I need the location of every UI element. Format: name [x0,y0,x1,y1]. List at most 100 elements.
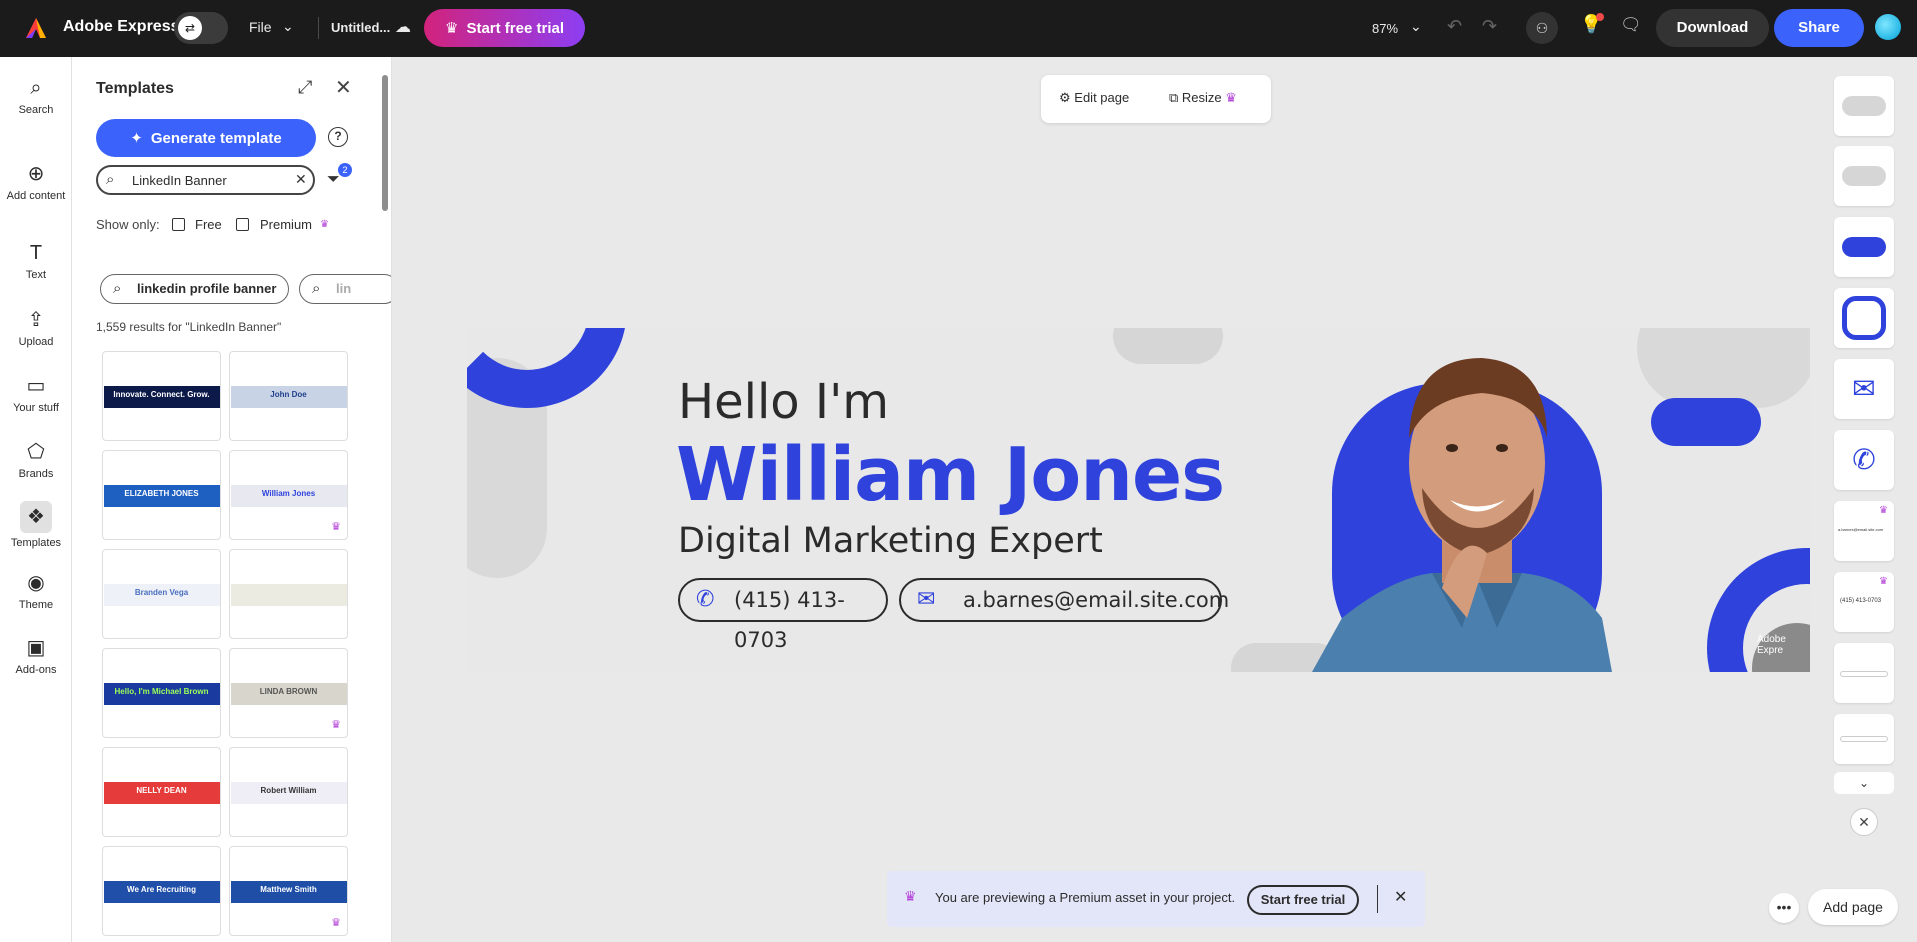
element-thumb[interactable] [1834,76,1894,136]
rail-item-your-stuff[interactable]: ▭ Your stuff [0,373,72,414]
template-tile[interactable]: ELIZABETH JONES [102,450,221,540]
template-preview-text: Robert William [260,786,317,795]
template-tile[interactable]: William Jones ♛ [229,450,348,540]
chip-label: lin [336,281,352,296]
invite-collaborator-icon[interactable]: ⚇ [1526,12,1558,44]
comment-icon[interactable]: 🗨 [1620,15,1642,35]
phone-icon: ✆ [696,587,715,612]
chevron-down-icon[interactable]: ⌄ [1834,772,1894,794]
add-page-button[interactable]: Add page [1808,889,1898,925]
rail-item-label: Text [25,269,47,281]
close-icon[interactable]: ✕ [335,75,352,100]
start-free-trial-button[interactable]: ♛ Start free trial [424,9,585,47]
decor-pill [1651,398,1761,446]
thumb-shape [1840,736,1888,742]
notice-start-trial-button[interactable]: Start free trial [1247,885,1359,915]
expand-icon[interactable]: ⤢ [298,77,312,98]
role-text[interactable]: Digital Marketing Expert [678,521,1103,561]
template-tile[interactable]: John Doe [229,351,348,441]
folder-icon: ▭ [26,375,46,397]
portrait-photo[interactable] [1312,328,1642,672]
rail-item-templates[interactable]: ❖ Templates [0,501,72,549]
rail-item-label: Upload [18,336,54,348]
element-thumb[interactable]: ♛ a.barnes@email.site.com [1834,501,1894,561]
chevron-down-icon[interactable]: ⌄ [282,18,294,35]
element-thumb[interactable] [1834,146,1894,206]
element-thumb[interactable] [1834,217,1894,277]
template-tile[interactable]: Innovate. Connect. Grow. [102,351,221,441]
template-tile[interactable]: LINDA BROWN ♛ [229,648,348,738]
generate-template-button[interactable]: ✦ Generate template [96,119,316,157]
thumb-shape [1842,166,1886,186]
search-input[interactable] [132,171,282,189]
download-button[interactable]: Download [1656,9,1769,47]
email-icon: ✉ [1852,373,1876,404]
element-thumb[interactable] [1834,714,1894,764]
premium-checkbox[interactable] [236,218,249,231]
scrollbar-thumb[interactable] [382,75,388,211]
filter-icon[interactable]: ⏷ [327,171,340,189]
thumb-shape [1842,296,1886,340]
edit-page-button[interactable]: ⚙ Edit page [1059,90,1129,106]
rail-item-add-ons[interactable]: ▣ Add-ons [0,635,72,676]
crown-icon: ♛ [331,521,341,533]
template-search[interactable]: ⌕ ✕ [96,165,315,195]
more-options-icon[interactable]: ••• [1769,893,1799,923]
help-icon[interactable]: ? [328,127,348,147]
filter-count-badge: 2 [338,163,352,177]
mode-toggle[interactable]: ⇄ [174,12,228,44]
undo-icon[interactable]: ↶ [1447,16,1462,37]
rail-item-label: Theme [18,599,54,611]
rail-item-label: Add content [6,190,66,202]
template-tile[interactable]: Hello, I'm Michael Brown [102,648,221,738]
name-text[interactable]: William Jones [676,432,1225,518]
rail-item-label: Your stuff [13,402,59,414]
document-title[interactable]: Untitled... [331,20,390,35]
rail-item-label: Add-ons [15,664,57,676]
element-thumb[interactable]: ✆ [1834,430,1894,490]
clear-search-icon[interactable]: ✕ [295,171,307,188]
zoom-level[interactable]: 87% [1372,21,1398,36]
email-pill[interactable]: ✉ a.barnes@email.site.com [899,578,1229,622]
rail-item-brands[interactable]: ⬠ Brands [0,439,72,480]
rail-item-text[interactable]: T Text [0,242,72,281]
rail-item-upload[interactable]: ⇪ Upload [0,307,72,348]
element-thumb[interactable] [1834,288,1894,348]
premium-notice: ♛ You are previewing a Premium asset in … [887,871,1425,927]
free-checkbox[interactable] [172,218,185,231]
crown-icon: ♛ [445,20,459,37]
redo-icon[interactable]: ↷ [1482,16,1497,37]
template-preview-text: We Are Recruiting [127,885,196,894]
close-icon[interactable]: ✕ [1394,887,1407,907]
element-thumb[interactable]: ♛ (415) 413-0703 [1834,572,1894,632]
close-icon[interactable]: ✕ [1850,808,1878,836]
rail-item-search[interactable]: ⌕ Search [0,77,72,116]
suggestion-chip[interactable]: ⌕ lin [299,274,391,304]
template-preview-text: Branden Vega [134,588,189,597]
rail-item-add-content[interactable]: ⊕ Add content [0,161,72,202]
template-preview-text: ELIZABETH JONES [124,489,199,498]
element-thumb[interactable]: ✉ [1834,359,1894,419]
adobe-express-logo-icon[interactable] [24,16,48,40]
greeting-text[interactable]: Hello I'm [678,374,889,430]
element-thumb[interactable] [1834,643,1894,703]
template-tile[interactable]: Matthew Smith ♛ [229,846,348,936]
design-canvas[interactable]: Hello I'm William Jones Digital Marketin… [467,328,1810,672]
avatar[interactable] [1875,14,1901,40]
template-tile[interactable]: Robert William [229,747,348,837]
suggestion-chip[interactable]: ⌕ linkedin profile banner [100,274,290,304]
template-tile[interactable]: Branden Vega [102,549,221,639]
rail-item-theme[interactable]: ◉ Theme [0,570,72,611]
decor-shape [1637,328,1810,408]
add-content-icon: ⊕ [27,163,45,185]
template-tile[interactable]: We Are Recruiting [102,846,221,936]
phone-pill[interactable]: ✆ (415) 413-0703 [678,578,888,652]
crown-icon: ♛ [1879,576,1888,587]
template-tile[interactable]: NELLY DEAN [102,747,221,837]
zoom-chevron-down-icon[interactable]: ⌄ [1410,18,1422,35]
file-menu[interactable]: File [249,19,272,35]
template-tile[interactable] [229,549,348,639]
share-button[interactable]: Share [1774,9,1864,47]
search-icon: ⌕ [106,171,115,188]
resize-button[interactable]: ⧉ Resize ♛ [1169,90,1237,106]
